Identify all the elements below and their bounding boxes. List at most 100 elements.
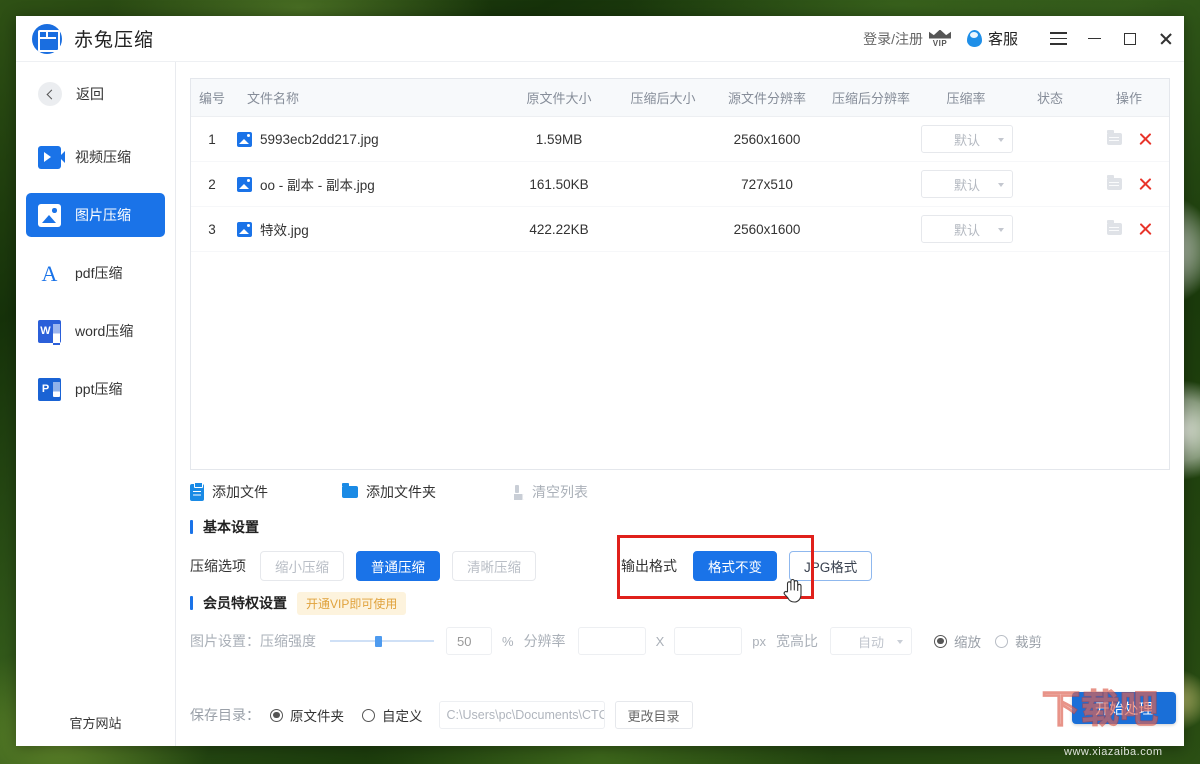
open-folder-icon[interactable]: [1106, 220, 1122, 235]
option-normal-compress[interactable]: 普通压缩: [356, 551, 440, 581]
column-header-status: 状态: [1036, 91, 1063, 106]
clear-list-label: 清空列表: [532, 484, 588, 500]
row-filename: oo - 副本 - 副本.jpg: [260, 178, 375, 193]
word-icon: [38, 319, 61, 345]
login-register-link[interactable]: 登录/注册: [863, 29, 923, 49]
strength-slider[interactable]: [330, 634, 434, 648]
window-body: 返回 视频压缩 图片压缩 pdf压缩 word压缩 ppt压缩: [16, 62, 1184, 746]
section-marker: [190, 520, 193, 534]
sidebar-item-label: 图片压缩: [75, 207, 131, 223]
row-filename-cell: 特效.jpg: [233, 219, 505, 239]
basic-settings-heading: 基本设置: [190, 514, 1170, 540]
table-row[interactable]: 3 特效.jpg 422.22KB 2560x1600 默认: [191, 207, 1169, 252]
app-window: 赤兔压缩 登录/注册 VIP 客服 返回 视频压缩 图片压缩 A pdf压缩 W…: [16, 16, 1184, 746]
radio-icon: [270, 708, 283, 722]
vip-crown-icon[interactable]: VIP: [927, 27, 953, 51]
sidebar-item-label: ppt压缩: [75, 381, 123, 397]
close-button[interactable]: [1148, 16, 1184, 62]
ppt-icon: [38, 377, 61, 401]
radio-icon: [362, 708, 375, 722]
format-jpg-button[interactable]: JPG格式: [789, 551, 873, 581]
open-folder-icon[interactable]: [1106, 175, 1122, 190]
ratio-dropdown[interactable]: 默认: [921, 170, 1013, 198]
format-keep-button[interactable]: 格式不变: [693, 551, 777, 581]
output-format-group: 输出格式 格式不变 JPG格式: [621, 551, 884, 581]
row-actions: [1089, 175, 1169, 191]
row-ratio-cell: 默认: [921, 170, 1013, 198]
dir-original-radio[interactable]: 原文件夹: [270, 705, 344, 725]
percent-unit: %: [502, 633, 514, 649]
basic-settings-title: 基本设置: [203, 519, 259, 535]
dir-custom-radio[interactable]: 自定义: [362, 705, 423, 725]
document-add-icon: [190, 481, 204, 501]
compress-options-label: 压缩选项: [190, 558, 246, 574]
change-directory-button[interactable]: 更改目录: [614, 701, 693, 729]
sidebar-item-ppt[interactable]: ppt压缩: [26, 367, 165, 411]
back-label: 返回: [76, 86, 104, 102]
resolution-height-input[interactable]: [674, 627, 743, 655]
column-header-orig-res: 源文件分辨率: [727, 91, 806, 106]
row-index: 3: [208, 221, 216, 237]
start-process-button[interactable]: 开始处理: [1072, 692, 1176, 724]
ratio-dropdown[interactable]: 默认: [921, 125, 1013, 153]
option-shrink-compress[interactable]: 缩小压缩: [260, 551, 344, 581]
add-folder-button[interactable]: 添加文件夹: [342, 482, 436, 502]
title-bar-right: 登录/注册 VIP 客服: [863, 16, 1184, 61]
slider-knob[interactable]: [375, 636, 382, 647]
save-path-input[interactable]: C:\Users\pc\Documents\CTCom: [438, 701, 605, 729]
hamburger-icon: [1049, 32, 1067, 45]
sidebar-item-pdf[interactable]: pdf压缩: [26, 251, 165, 295]
vip-badge[interactable]: 开通VIP即可使用: [297, 591, 407, 615]
output-format-label: 输出格式: [621, 558, 677, 574]
delete-x-icon[interactable]: [1138, 222, 1152, 236]
sidebar-item-video[interactable]: 视频压缩: [26, 135, 165, 179]
image-icon: [38, 203, 61, 227]
strength-input[interactable]: 50: [446, 627, 492, 655]
mode-crop-radio[interactable]: 裁剪: [994, 631, 1042, 651]
delete-x-icon[interactable]: [1138, 177, 1152, 191]
image-settings-row: 图片设置：压缩强度 50 % 分辨率 X px 宽高比 自动 缩放 裁剪: [190, 618, 1170, 664]
option-clear-compress[interactable]: 清晰压缩: [452, 551, 536, 581]
customer-service-button[interactable]: 客服: [966, 28, 1018, 49]
row-filename: 特效.jpg: [260, 223, 309, 238]
radio-icon: [933, 634, 947, 648]
table-row[interactable]: 1 5993ecb2dd217.jpg 1.59MB 2560x1600 默认: [191, 117, 1169, 162]
aspect-ratio-dropdown[interactable]: 自动: [829, 627, 912, 655]
ratio-value: 默认: [953, 177, 980, 193]
app-title: 赤兔压缩: [74, 30, 155, 51]
row-filename-cell: oo - 副本 - 副本.jpg: [233, 174, 505, 194]
file-action-toolbar: 添加文件 添加文件夹 清空列表: [190, 470, 1170, 514]
ratio-value: 默认: [953, 132, 980, 148]
maximize-button[interactable]: [1112, 16, 1148, 62]
delete-x-icon[interactable]: [1138, 132, 1152, 146]
column-header-comp-res: 压缩后分辨率: [831, 91, 910, 106]
row-filename: 5993ecb2dd217.jpg: [260, 131, 379, 147]
minimize-button[interactable]: [1076, 16, 1112, 62]
table-row[interactable]: 2 oo - 副本 - 副本.jpg 161.50KB 727x510 默认: [191, 162, 1169, 207]
add-file-label: 添加文件: [212, 484, 268, 500]
grid-logo-icon: [32, 23, 62, 54]
chevron-down-icon: [998, 138, 1004, 142]
ratio-value: 默认: [953, 222, 980, 238]
aspect-ratio-value: 自动: [857, 634, 884, 650]
sidebar-item-label: word压缩: [75, 323, 134, 339]
add-folder-label: 添加文件夹: [366, 484, 436, 500]
ratio-dropdown[interactable]: 默认: [921, 215, 1013, 243]
clear-list-button[interactable]: 清空列表: [510, 482, 588, 502]
sidebar-item-image[interactable]: 图片压缩: [26, 193, 165, 237]
app-brand: 赤兔压缩: [32, 23, 155, 54]
crown-shape: [928, 29, 951, 39]
menu-button[interactable]: [1040, 16, 1076, 62]
open-folder-icon[interactable]: [1106, 130, 1122, 145]
resolution-separator: X: [655, 633, 665, 649]
official-website-link[interactable]: 官方网站: [16, 713, 175, 746]
mode-scale-radio[interactable]: 缩放: [933, 631, 981, 651]
row-ratio-cell: 默认: [921, 125, 1013, 153]
sidebar-item-word[interactable]: word压缩: [26, 309, 165, 353]
resolution-width-input[interactable]: [577, 627, 646, 655]
add-file-button[interactable]: 添加文件: [190, 481, 268, 502]
back-button[interactable]: 返回: [16, 76, 175, 112]
table-header-row: 编号 文件名称 原文件大小 压缩后大小 源文件分辨率 压缩后分辨率 压缩率 状态…: [191, 79, 1169, 117]
file-table: 编号 文件名称 原文件大小 压缩后大小 源文件分辨率 压缩后分辨率 压缩率 状态…: [190, 78, 1170, 470]
vip-label: VIP: [932, 38, 948, 48]
